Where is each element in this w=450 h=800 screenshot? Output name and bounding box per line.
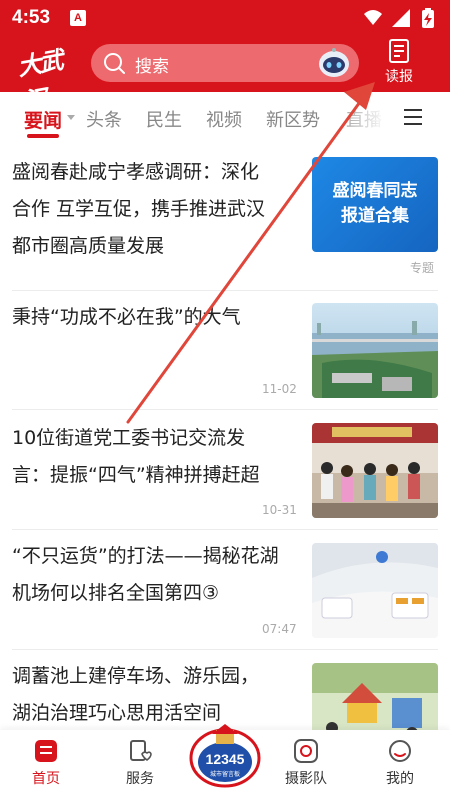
article-thumbnail	[312, 423, 438, 518]
article-date: 10-31	[262, 503, 297, 517]
hotline-subtitle: 城市留言板	[210, 770, 240, 778]
special-topic-tag: 专题	[410, 261, 435, 275]
headline-line: 机场何以排名全国第四③	[12, 582, 220, 604]
signal-icon	[392, 9, 410, 27]
headline-line: “不只运货”的打法——揭秘花湖	[12, 545, 279, 567]
tabs-fade	[330, 92, 386, 144]
headline-line: 言：提振“四气”精神拼搏赶超	[12, 464, 260, 486]
nav-photography[interactable]: 摄影队	[276, 738, 336, 788]
article-thumbnail	[312, 543, 438, 638]
status-time: 4:53	[12, 7, 51, 28]
search-icon	[104, 53, 125, 74]
article-date: 07:47	[262, 622, 297, 636]
tab-yaowen[interactable]: 要闻	[24, 106, 62, 133]
headline-line: 调蓄池上建停车场、游乐园，	[12, 665, 260, 687]
search-bar[interactable]: 搜索	[91, 44, 359, 82]
tab-minsheng[interactable]: 民生	[146, 106, 182, 132]
nav-home-label: 首页	[32, 771, 60, 787]
tab-toutiao[interactable]: 头条	[86, 106, 122, 132]
divider	[12, 529, 438, 530]
tab-shipin[interactable]: 视频	[206, 106, 242, 132]
notification-app-icon: A	[70, 10, 86, 26]
headline-line: 都市圈高质量发展	[12, 235, 165, 257]
nav-service-label: 服务	[126, 771, 154, 787]
divider	[12, 649, 438, 650]
profile-icon	[389, 740, 411, 762]
menu-icon[interactable]	[402, 108, 424, 126]
headline-line: 合作 互学互促，携手推进武汉	[12, 198, 266, 220]
article-date: 11-02	[262, 382, 297, 396]
search-placeholder: 搜索	[135, 57, 169, 77]
read-newspaper-label: 读报	[385, 69, 413, 85]
newspaper-icon	[389, 39, 409, 63]
article-headline: “不只运货”的打法——揭秘花湖 机场何以排名全国第四③	[12, 538, 279, 612]
camera-icon	[294, 739, 318, 763]
caret-down-icon[interactable]	[67, 115, 75, 120]
nav-service[interactable]: 服务	[110, 738, 170, 788]
special-topic-card[interactable]: 盛阅春同志 报道合集	[312, 157, 438, 252]
divider	[12, 409, 438, 410]
bottom-navigation: 首页 服务 12345 城市留言板 摄影队 我的	[0, 724, 450, 800]
article-headline: 盛阅春赴咸宁孝感调研：深化 合作 互学互促，携手推进武汉 都市圈高质量发展	[12, 154, 265, 265]
nav-home[interactable]: 首页	[16, 738, 76, 788]
category-tabs: 要闻 头条 民生 视频 新区势 直播	[0, 92, 450, 144]
app-logo[interactable]: 大武汉	[15, 42, 82, 116]
tab-xinqushi[interactable]: 新区势	[266, 106, 320, 132]
article-headline: 10位街道党工委书记交流发 言：提振“四气”精神拼搏赶超	[12, 420, 260, 494]
divider	[12, 290, 438, 291]
service-icon	[130, 740, 152, 762]
ai-assistant-robot-icon[interactable]	[317, 47, 351, 79]
nav-profile-label: 我的	[386, 771, 414, 787]
hotline-number: 12345	[206, 751, 245, 767]
headline-line: 盛阅春赴咸宁孝感调研：深化	[12, 161, 260, 183]
app-header: 4:53 A 大武汉 搜索 读报	[0, 0, 450, 116]
nav-photography-label: 摄影队	[285, 771, 327, 787]
system-status-icons	[364, 8, 434, 28]
headline-line: 秉持“功成不必在我”的大气	[12, 306, 241, 328]
article-headline: 秉持“功成不必在我”的大气	[12, 299, 241, 336]
read-newspaper-button[interactable]: 读报	[376, 38, 422, 88]
hotline-12345-badge[interactable]: 12345 城市留言板	[188, 720, 262, 790]
headline-line: 10位街道党工委书记交流发	[12, 427, 246, 449]
article-thumbnail	[312, 303, 438, 398]
status-bar: 4:53 A	[0, 0, 450, 36]
active-tab-indicator	[27, 134, 59, 138]
wifi-icon	[364, 10, 382, 25]
card-text-line: 报道合集	[341, 206, 409, 226]
battery-icon	[422, 8, 434, 28]
nav-profile[interactable]: 我的	[370, 738, 430, 788]
card-text-line: 盛阅春同志	[332, 181, 418, 201]
home-icon	[35, 740, 57, 762]
